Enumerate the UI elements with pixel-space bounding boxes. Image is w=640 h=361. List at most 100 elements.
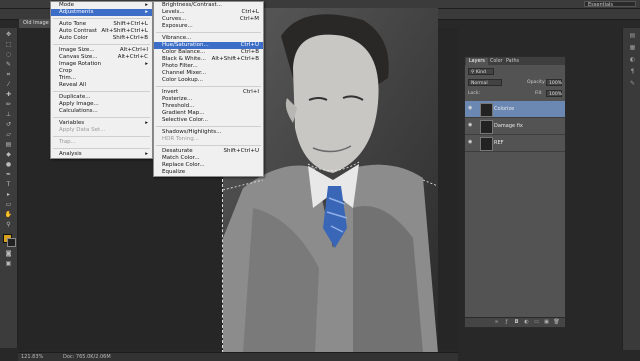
- menu-item-trim[interactable]: Trim...: [51, 75, 152, 82]
- shape-tool-icon[interactable]: ▭: [4, 201, 13, 208]
- menu-item-vibrance[interactable]: Vibrance...: [154, 35, 263, 42]
- move-tool-icon[interactable]: ✥: [4, 31, 13, 38]
- menu-item-calculations[interactable]: Calculations...: [51, 108, 152, 115]
- menu-item-adjustments[interactable]: Adjustments ▸: [51, 9, 152, 16]
- stamp-tool-icon[interactable]: ⊥: [4, 111, 13, 118]
- background-color-swatch[interactable]: [7, 238, 16, 247]
- workspace-switcher[interactable]: Essentials: [584, 1, 636, 8]
- menu-item-label: Trim...: [59, 75, 76, 81]
- menu-item-label: Color Lookup...: [162, 77, 204, 83]
- eyedropper-tool-icon[interactable]: ⁄: [4, 81, 13, 88]
- menu-item-invert[interactable]: Invert Ctrl+I: [154, 89, 263, 96]
- menu-item-analysis[interactable]: Analysis ▸: [51, 151, 152, 158]
- healing-tool-icon[interactable]: ✚: [4, 91, 13, 98]
- adjustment-layer-icon[interactable]: ◐: [523, 319, 530, 326]
- layer-row-damage-fix[interactable]: ◉ Damage fix: [465, 118, 565, 135]
- menu-item-variables[interactable]: Variables ▸: [51, 120, 152, 127]
- brush-panel-icon[interactable]: ✎: [628, 80, 637, 88]
- menu-item-replace-color[interactable]: Replace Color...: [154, 162, 263, 169]
- menu-item-match-color[interactable]: Match Color...: [154, 155, 263, 162]
- pen-tool-icon[interactable]: ✒: [4, 171, 13, 178]
- menu-item-trap: Trap...: [51, 139, 152, 146]
- menu-item-label: Auto Color: [59, 35, 88, 41]
- lock-label: Lock:: [468, 91, 481, 96]
- menu-item-channel-mixer[interactable]: Channel Mixer...: [154, 70, 263, 77]
- menu-separator: [53, 148, 150, 149]
- gradient-tool-icon[interactable]: ▤: [4, 141, 13, 148]
- brush-tool-icon[interactable]: ✏: [4, 101, 13, 108]
- menu-item-canvas-size[interactable]: Canvas Size... Alt+Ctrl+C: [51, 54, 152, 61]
- opacity-field[interactable]: 100%: [546, 79, 562, 86]
- new-layer-icon[interactable]: ▣: [543, 319, 550, 326]
- menu-item-shadows-highlights[interactable]: Shadows/Highlights...: [154, 129, 263, 136]
- link-icon[interactable]: ∞: [493, 319, 500, 326]
- menu-item-color-lookup[interactable]: Color Lookup...: [154, 77, 263, 84]
- menu-item-reveal-all[interactable]: Reveal All: [51, 82, 152, 89]
- menu-item-shortcut: Ctrl+B: [240, 49, 259, 55]
- layer-row-ref[interactable]: ◉ REF: [465, 135, 565, 152]
- folder-icon[interactable]: ▭: [533, 319, 540, 326]
- menu-item-exposure[interactable]: Exposure...: [154, 23, 263, 30]
- menu-item-label: Canvas Size...: [59, 54, 98, 60]
- eye-icon[interactable]: ◉: [468, 123, 474, 128]
- menu-item-color-balance[interactable]: Color Balance... Ctrl+B: [154, 49, 263, 56]
- menu-item-posterize[interactable]: Posterize...: [154, 96, 263, 103]
- menu-item-desaturate[interactable]: Desaturate Shift+Ctrl+U: [154, 148, 263, 155]
- menu-item-auto-tone[interactable]: Auto Tone Shift+Ctrl+L: [51, 21, 152, 28]
- history-brush-tool-icon[interactable]: ↺: [4, 121, 13, 128]
- trash-icon[interactable]: 🗑: [553, 319, 560, 326]
- tab-paths[interactable]: Paths: [503, 58, 522, 65]
- properties-panel-icon[interactable]: ▦: [628, 44, 637, 52]
- adjustments-panel-icon[interactable]: ◐: [628, 56, 637, 64]
- path-select-tool-icon[interactable]: ▸: [4, 191, 13, 198]
- eraser-tool-icon[interactable]: ▱: [4, 131, 13, 138]
- lasso-tool-icon[interactable]: ◌: [4, 51, 13, 58]
- filter-kind-select[interactable]: ⚲ Kind: [468, 68, 494, 75]
- menu-item-levels[interactable]: Levels... Ctrl+L: [154, 9, 263, 16]
- zoom-tool-icon[interactable]: ⚲: [4, 221, 13, 228]
- quick-mask-icon[interactable]: ◙: [4, 250, 13, 257]
- menu-item-label: Adjustments: [59, 9, 94, 15]
- fill-field[interactable]: 100%: [546, 90, 562, 97]
- menu-item-duplicate[interactable]: Duplicate...: [51, 94, 152, 101]
- menu-item-curves[interactable]: Curves... Ctrl+M: [154, 16, 263, 23]
- menu-item-apply-image[interactable]: Apply Image...: [51, 101, 152, 108]
- history-panel-icon[interactable]: ▤: [628, 32, 637, 40]
- blend-mode-select[interactable]: Normal: [468, 79, 502, 86]
- menu-item-crop[interactable]: Crop: [51, 68, 152, 75]
- menu-item-threshold[interactable]: Threshold...: [154, 103, 263, 110]
- eye-icon[interactable]: ◉: [468, 106, 474, 111]
- menu-item-image-rotation[interactable]: Image Rotation ▸: [51, 61, 152, 68]
- paragraph-panel-icon[interactable]: ¶: [628, 68, 637, 76]
- menu-item-gradient-map[interactable]: Gradient Map...: [154, 110, 263, 117]
- menu-item-equalize[interactable]: Equalize: [154, 169, 263, 176]
- menu-item-photo-filter[interactable]: Photo Filter...: [154, 63, 263, 70]
- marquee-tool-icon[interactable]: ⬚: [4, 41, 13, 48]
- hand-tool-icon[interactable]: ✋: [4, 211, 13, 218]
- screen-mode-icon[interactable]: ▣: [4, 260, 13, 267]
- menu-item-image-size[interactable]: Image Size... Alt+Ctrl+I: [51, 47, 152, 54]
- menu-item-label: Black & White...: [162, 56, 206, 62]
- type-tool-icon[interactable]: T: [4, 181, 13, 188]
- fx-icon[interactable]: ƒ: [503, 319, 510, 326]
- menu-item-label: Calculations...: [59, 108, 98, 114]
- menu-item-hue-saturation[interactable]: Hue/Saturation... Ctrl+U: [154, 42, 263, 49]
- quick-select-tool-icon[interactable]: ✎: [4, 61, 13, 68]
- right-dock: ▤ ▦ ◐ ¶ ✎: [622, 28, 640, 350]
- menu-item-black-white[interactable]: Black & White... Alt+Shift+Ctrl+B: [154, 56, 263, 63]
- tab-layers[interactable]: Layers: [466, 58, 488, 65]
- eye-icon[interactable]: ◉: [468, 140, 474, 145]
- crop-tool-icon[interactable]: ⌗: [4, 71, 13, 78]
- dodge-tool-icon[interactable]: ●: [4, 161, 13, 168]
- menu-item-selective-color[interactable]: Selective Color...: [154, 117, 263, 124]
- menu-item-label: Crop: [59, 68, 72, 74]
- menu-item-auto-color[interactable]: Auto Color Shift+Ctrl+B: [51, 35, 152, 42]
- blur-tool-icon[interactable]: ◆: [4, 151, 13, 158]
- menu-item-mode[interactable]: Mode ▸: [51, 2, 152, 9]
- menu-item-shortcut: Ctrl+L: [241, 9, 259, 15]
- menu-separator: [53, 18, 150, 19]
- menu-item-brightness-contrast[interactable]: Brightness/Contrast...: [154, 2, 263, 9]
- menu-item-auto-contrast[interactable]: Auto Contrast Alt+Shift+Ctrl+L: [51, 28, 152, 35]
- mask-icon[interactable]: ◘: [513, 319, 520, 326]
- layer-row-colorize[interactable]: ◉ Colorize: [465, 101, 565, 118]
